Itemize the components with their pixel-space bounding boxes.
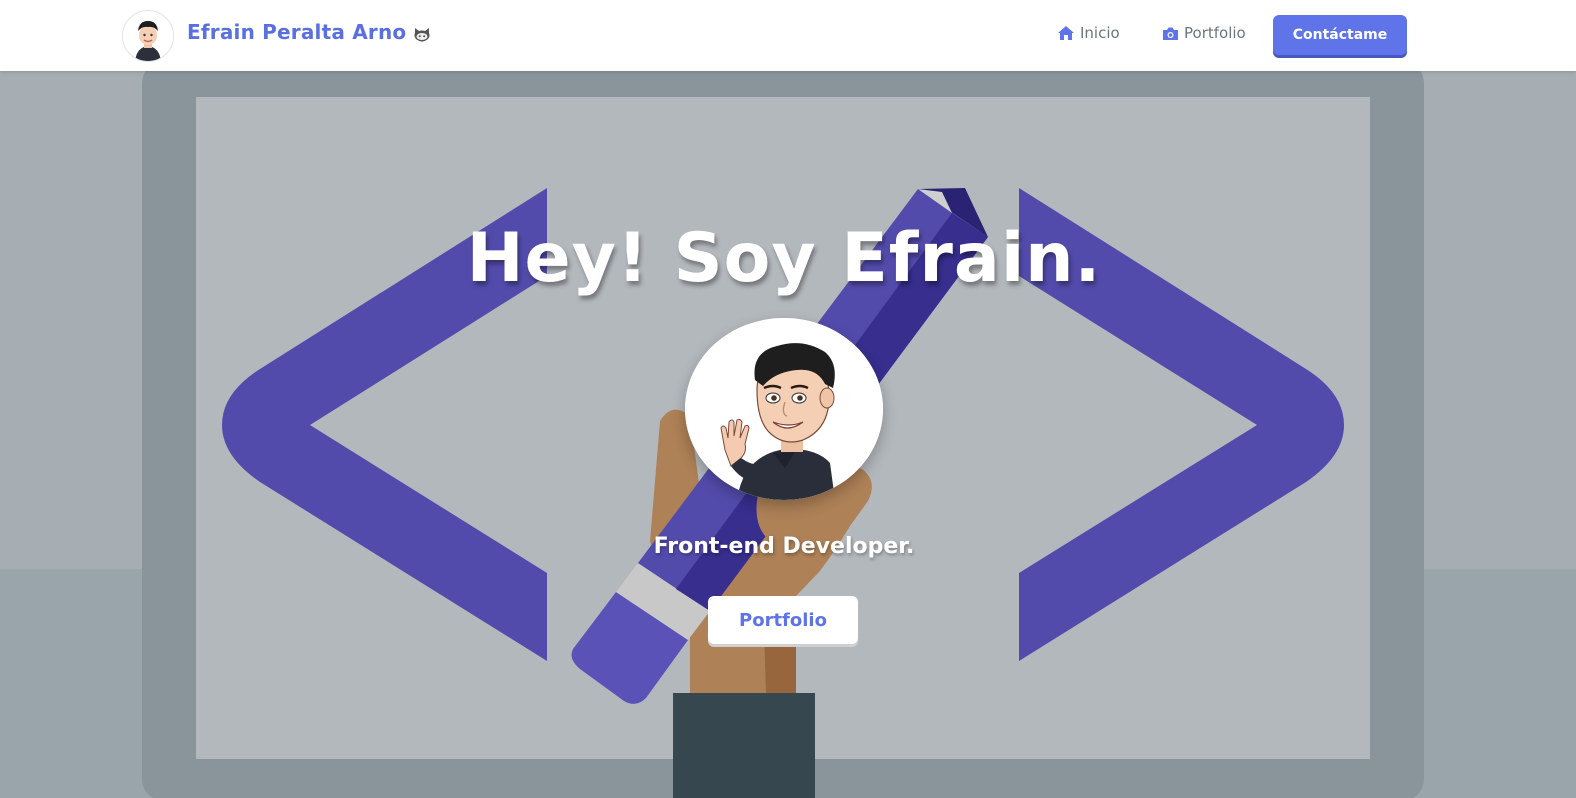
github-icon[interactable] [412,25,432,45]
navbar: Efrain Peralta Arno Inicio Portfolio Con… [0,0,1576,71]
nav-link-portfolio-label: Portfolio [1184,24,1246,42]
nav-link-portfolio[interactable]: Portfolio [1162,24,1246,42]
brand-avatar[interactable] [122,10,174,62]
hero-title: Hey! Soy Efrain. [466,219,1102,298]
hero-avatar [685,318,883,500]
brand-name[interactable]: Efrain Peralta Arno [187,20,406,44]
portfolio-button[interactable]: Portfolio [708,596,858,644]
home-icon [1057,25,1075,41]
hero-subtitle: Front-end Developer. [653,534,915,559]
contact-button[interactable]: Contáctame [1273,15,1407,55]
nav-link-inicio-label: Inicio [1080,24,1120,42]
nav-link-inicio[interactable]: Inicio [1057,24,1120,42]
camera-icon [1162,26,1179,41]
hero-section: Hey! Soy Efrain. Front-end Developer. Po… [0,71,1576,798]
